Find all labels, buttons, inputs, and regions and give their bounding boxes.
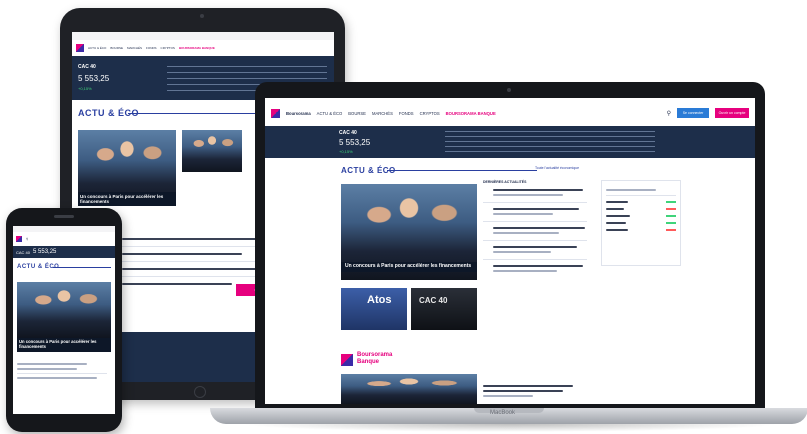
laptop-screen: Boursorama ACTU & ÉCO BOURSE MARCHÉS FON… [265,98,755,404]
laptop-base: MacBook [210,408,807,424]
thumb-atos-label: Atos [367,294,392,306]
phone-index-value: 5 553,25 [33,249,57,255]
laptop-nav-fonds[interactable]: FONDS [399,111,414,116]
ticker-change: +0,15% [78,86,92,91]
phone-nav: ⚲ [16,234,112,244]
bank-logo-icon[interactable] [341,354,353,366]
phone-index-name: CAC 40 [16,249,31,255]
laptop-nav-bourse[interactable]: BOURSE [348,111,366,116]
brand-logo-icon[interactable] [76,44,84,52]
laptop-nav-cryptos[interactable]: CRYPTOS [420,111,440,116]
laptop-hero-headline[interactable]: Un concours à Paris pour accélérer les f… [341,262,477,272]
laptop-ticker: CAC 40 5 553,25 +0,15% [265,126,755,158]
phone-search-icon[interactable]: ⚲ [26,237,28,241]
thumb-cac-label: CAC 40 [419,296,448,305]
laptop-nav: Boursorama ACTU & ÉCO BOURSE MARCHÉS FON… [271,106,749,120]
phone-hero-photo[interactable] [17,282,111,338]
bank-name: Boursorama Banque [357,352,393,365]
laptop-thumb-cac[interactable]: CAC 40 [411,288,477,330]
laptop-more-link[interactable]: Toute l'actualité économique [535,166,579,170]
laptop-news-list: DERNIÈRES ACTUALITÉS [483,180,587,320]
nav-item-bourse[interactable]: BOURSE [110,46,123,50]
laptop-news-title: DERNIÈRES ACTUALITÉS [483,180,527,184]
phone-hero-headline[interactable]: Un concours à Paris pour accélérer les f… [17,338,111,352]
tablet-home-button[interactable] [194,386,206,398]
nav-item-banque[interactable]: BOURSORAMA BANQUE [179,46,215,50]
laptop-nav-banque[interactable]: BOURSORAMA BANQUE [446,111,496,116]
laptop-model-label: MacBook [490,410,516,416]
ticker-index-name: CAC 40 [78,64,96,70]
laptop-logo-icon[interactable] [271,108,280,118]
tablet-nav: ACTU & ÉCO BOURSE MARCHÉS FONDS CRYPTOS … [76,42,332,54]
nav-item-marches[interactable]: MARCHÉS [127,46,142,50]
phone-screen: ⚲ CAC 40 5 553,25 ACTU & ÉCO Un concours… [13,226,115,414]
tablet-thumb-photo[interactable] [182,130,242,172]
laptop-search-icon[interactable]: ⚲ [667,110,671,117]
tablet-hero-headline[interactable]: Un concours à Paris pour accélérer les f… [78,192,176,207]
laptop-login-button[interactable]: Se connecter [677,108,709,118]
bank-promo-photo[interactable] [341,374,477,404]
laptop-index-name: CAC 40 [339,130,357,136]
laptop-index-change: +0,15% [339,149,353,154]
laptop-nav-actu[interactable]: ACTU & ÉCO [317,111,343,116]
laptop-thumb-atos[interactable]: Atos [341,288,407,330]
nav-item-cryptos[interactable]: CRYPTOS [161,46,175,50]
phone-ticker: CAC 40 5 553,25 [13,246,115,258]
nav-item-actu[interactable]: ACTU & ÉCO [88,46,106,50]
phone-logo-icon[interactable] [16,236,22,242]
ticker-index-value: 5 553,25 [78,74,110,83]
laptop-open-account-button[interactable]: Ouvrir un compte [715,108,749,118]
tablet-camera [200,14,204,18]
laptop-nav-marches[interactable]: MARCHÉS [372,111,393,116]
laptop-device: Boursorama ACTU & ÉCO BOURSE MARCHÉS FON… [255,82,765,410]
nav-item-fonds[interactable]: FONDS [146,46,157,50]
phone-device: ⚲ CAC 40 5 553,25 ACTU & ÉCO Un concours… [6,208,122,432]
laptop-market-widget [601,180,681,266]
laptop-brand-name[interactable]: Boursorama [286,111,311,116]
laptop-index-value: 5 553,25 [339,138,371,147]
